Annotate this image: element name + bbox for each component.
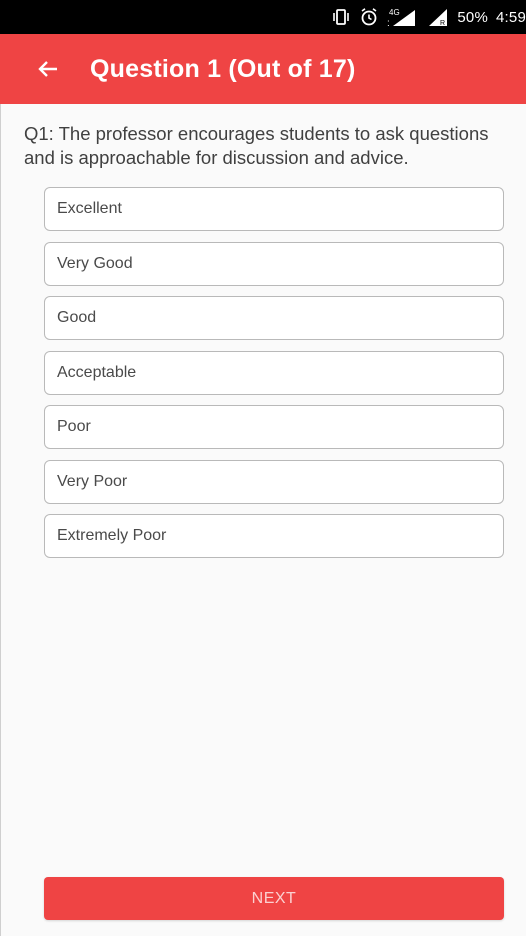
option-label: Excellent [57,200,122,217]
svg-text:R: R [440,20,445,27]
alarm-icon [359,6,379,28]
option-very-poor[interactable]: Very Poor [44,459,504,504]
divider [0,104,1,936]
status-icons: 4G : R 50% 4:59 [331,0,526,34]
option-label: Poor [57,418,91,435]
signal-icon: R [427,6,449,28]
option-label: Very Poor [57,472,128,490]
vibrate-icon [331,6,351,28]
next-button[interactable]: NEXT [44,877,504,920]
question-text: Q1: The professor encourages students to… [24,123,489,168]
option-good[interactable]: Good [44,296,504,340]
option-extremely-poor[interactable]: Extremely Poor [44,514,504,558]
survey-screen: 4G : R 50% 4:59 Question 1 (Out of 17) Q… [0,0,526,936]
option-label: Extremely Poor [57,527,167,544]
answer-options: Excellent Very Good Good Acceptable Poor… [44,187,504,569]
network-type-label: 4G [389,8,400,17]
option-very-good[interactable]: Very Good [44,241,504,286]
option-label: Good [57,309,97,326]
svg-text::: : [387,18,390,27]
signal-4g-icon: 4G : [387,6,419,28]
option-excellent[interactable]: Excellent [44,187,504,231]
battery-percent: 50% [457,8,488,26]
option-acceptable[interactable]: Acceptable [44,350,504,395]
app-bar: Question 1 (Out of 17) [0,34,526,104]
status-time: 4:59 [496,8,526,26]
option-poor[interactable]: Poor [44,405,504,449]
arrow-left-icon [38,61,57,77]
status-bar: 4G : R 50% 4:59 [0,0,526,34]
back-button[interactable] [28,49,68,89]
option-label: Acceptable [57,363,137,381]
option-label: Very Good [57,254,133,272]
page-title: Question 1 (Out of 17) [90,54,356,83]
